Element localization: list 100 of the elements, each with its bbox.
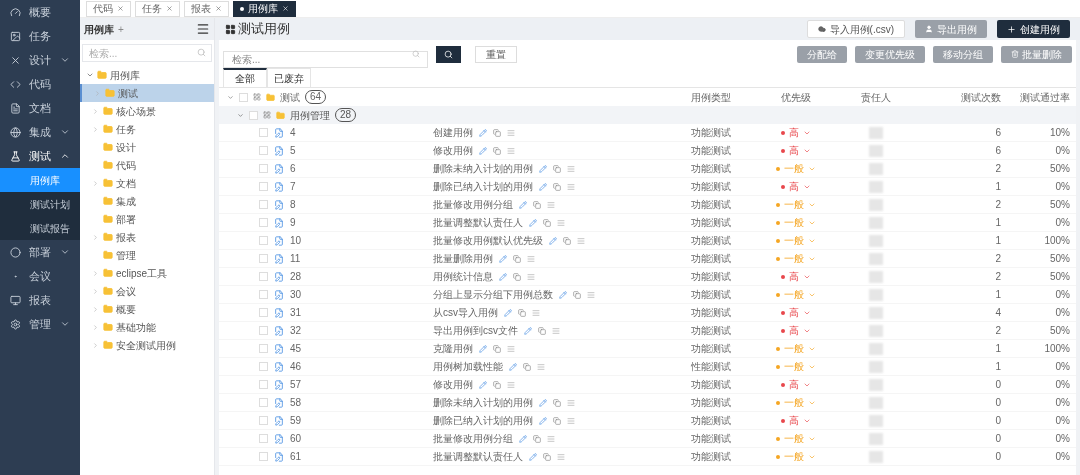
list-icon[interactable] — [532, 308, 540, 317]
copy-icon[interactable] — [523, 362, 531, 371]
case-title[interactable]: 批量删除用例 — [433, 251, 493, 266]
pencil-icon[interactable] — [479, 128, 487, 137]
copy-icon[interactable] — [513, 272, 521, 281]
nav-subitem[interactable]: 测试报告 — [0, 216, 80, 240]
case-title[interactable]: 用例树加载性能 — [433, 359, 503, 374]
tree-item[interactable]: 用例库 — [80, 66, 214, 84]
copy-icon[interactable] — [553, 164, 561, 173]
pencil-icon[interactable] — [539, 164, 547, 173]
nav-item[interactable]: 管理 — [0, 312, 80, 336]
search-field[interactable]: 检索... — [82, 44, 212, 62]
row-checkbox[interactable] — [259, 254, 268, 263]
tree-item[interactable]: 基础功能 — [80, 318, 214, 336]
list-icon[interactable] — [507, 380, 515, 389]
priority-dropdown[interactable]: 高 — [789, 125, 811, 140]
open-tab[interactable]: 报表 — [184, 0, 229, 17]
copy-icon[interactable] — [533, 434, 541, 443]
row-checkbox[interactable] — [259, 182, 268, 191]
list-icon[interactable] — [577, 236, 585, 245]
case-title[interactable]: 批量修改用例分组 — [433, 197, 513, 212]
row-checkbox[interactable] — [259, 434, 268, 443]
nav-item[interactable]: 报表 — [0, 288, 80, 312]
pencil-icon[interactable] — [529, 452, 537, 461]
nav-item[interactable]: 概要 — [0, 0, 80, 24]
case-title[interactable]: 克隆用例 — [433, 341, 473, 356]
row-checkbox[interactable] — [259, 164, 268, 173]
case-title[interactable]: 修改用例 — [433, 143, 473, 158]
tree-item[interactable]: 报表 — [80, 228, 214, 246]
priority-dropdown[interactable]: 高 — [789, 413, 811, 428]
list-icon[interactable] — [567, 164, 575, 173]
copy-icon[interactable] — [493, 380, 501, 389]
list-icon[interactable] — [552, 326, 560, 335]
menu-icon[interactable] — [196, 22, 210, 36]
tree-item[interactable]: 测试 — [80, 84, 214, 102]
row-checkbox[interactable] — [259, 290, 268, 299]
filter-tab[interactable]: 已废弃 — [267, 68, 311, 87]
pencil-icon[interactable] — [479, 146, 487, 155]
nav-item[interactable]: 代码 — [0, 72, 80, 96]
row-checkbox[interactable] — [259, 326, 268, 335]
copy-icon[interactable] — [563, 236, 571, 245]
copy-icon[interactable] — [543, 452, 551, 461]
nav-item[interactable]: 任务 — [0, 24, 80, 48]
case-title[interactable]: 创建用例 — [433, 125, 473, 140]
open-tab[interactable]: 代码 — [86, 0, 131, 17]
list-icon[interactable] — [507, 344, 515, 353]
copy-icon[interactable] — [533, 200, 541, 209]
list-icon[interactable] — [527, 272, 535, 281]
search-field[interactable]: 检索... — [223, 50, 428, 68]
pencil-icon[interactable] — [519, 434, 527, 443]
row-checkbox[interactable] — [259, 362, 268, 371]
copy-icon[interactable] — [543, 218, 551, 227]
case-title[interactable]: 批量调整默认责任人 — [433, 215, 523, 230]
copy-icon[interactable] — [513, 254, 521, 263]
tree-item[interactable]: 任务 — [80, 120, 214, 138]
case-title[interactable]: 用例统计信息 — [433, 269, 493, 284]
copy-icon[interactable] — [553, 182, 561, 191]
pencil-icon[interactable] — [499, 272, 507, 281]
tree-item[interactable]: 核心场景 — [80, 102, 214, 120]
pencil-icon[interactable] — [549, 236, 557, 245]
group-checkbox[interactable] — [239, 92, 248, 102]
case-title[interactable]: 分组上显示分组下用例总数 — [433, 287, 553, 302]
priority-dropdown[interactable]: 高 — [789, 143, 811, 158]
pencil-icon[interactable] — [529, 218, 537, 227]
pencil-icon[interactable] — [479, 344, 487, 353]
case-title[interactable]: 删除已纳入计划的用例 — [433, 179, 533, 194]
nav-item[interactable]: 文档 — [0, 96, 80, 120]
list-icon[interactable] — [547, 200, 555, 209]
case-title[interactable]: 修改用例 — [433, 377, 473, 392]
tree-item[interactable]: 概要 — [80, 300, 214, 318]
tree-item[interactable]: eclipse工具 — [80, 264, 214, 282]
row-checkbox[interactable] — [259, 128, 268, 137]
pencil-icon[interactable] — [559, 290, 567, 299]
list-icon[interactable] — [567, 182, 575, 191]
copy-icon[interactable] — [553, 416, 561, 425]
case-title[interactable]: 删除未纳入计划的用例 — [433, 161, 533, 176]
case-title[interactable]: 删除未纳入计划的用例 — [433, 395, 533, 410]
pencil-icon[interactable] — [519, 200, 527, 209]
group-checkbox[interactable] — [249, 110, 258, 120]
nav-item[interactable]: 设计 — [0, 48, 80, 72]
priority-dropdown[interactable]: 高 — [789, 305, 811, 320]
list-icon[interactable] — [507, 146, 515, 155]
tree-item[interactable]: 设计 — [80, 138, 214, 156]
priority-dropdown[interactable]: 高 — [789, 269, 811, 284]
nav-item[interactable]: 测试 — [0, 144, 80, 168]
row-checkbox[interactable] — [259, 380, 268, 389]
pencil-icon[interactable] — [539, 416, 547, 425]
search-button[interactable] — [436, 45, 461, 63]
pencil-icon[interactable] — [539, 182, 547, 191]
nav-item[interactable]: 会议 — [0, 264, 80, 288]
caret-down-icon[interactable] — [227, 93, 234, 101]
list-icon[interactable] — [547, 434, 555, 443]
pencil-icon[interactable] — [499, 254, 507, 263]
copy-icon[interactable] — [538, 326, 546, 335]
open-tab[interactable]: 用例库 — [233, 0, 296, 17]
tree-item[interactable]: 安全测试用例 — [80, 336, 214, 354]
header-button[interactable]: 创建用例 — [997, 20, 1070, 38]
row-checkbox[interactable] — [259, 344, 268, 353]
row-checkbox[interactable] — [259, 452, 268, 461]
priority-dropdown[interactable]: 高 — [789, 323, 811, 338]
